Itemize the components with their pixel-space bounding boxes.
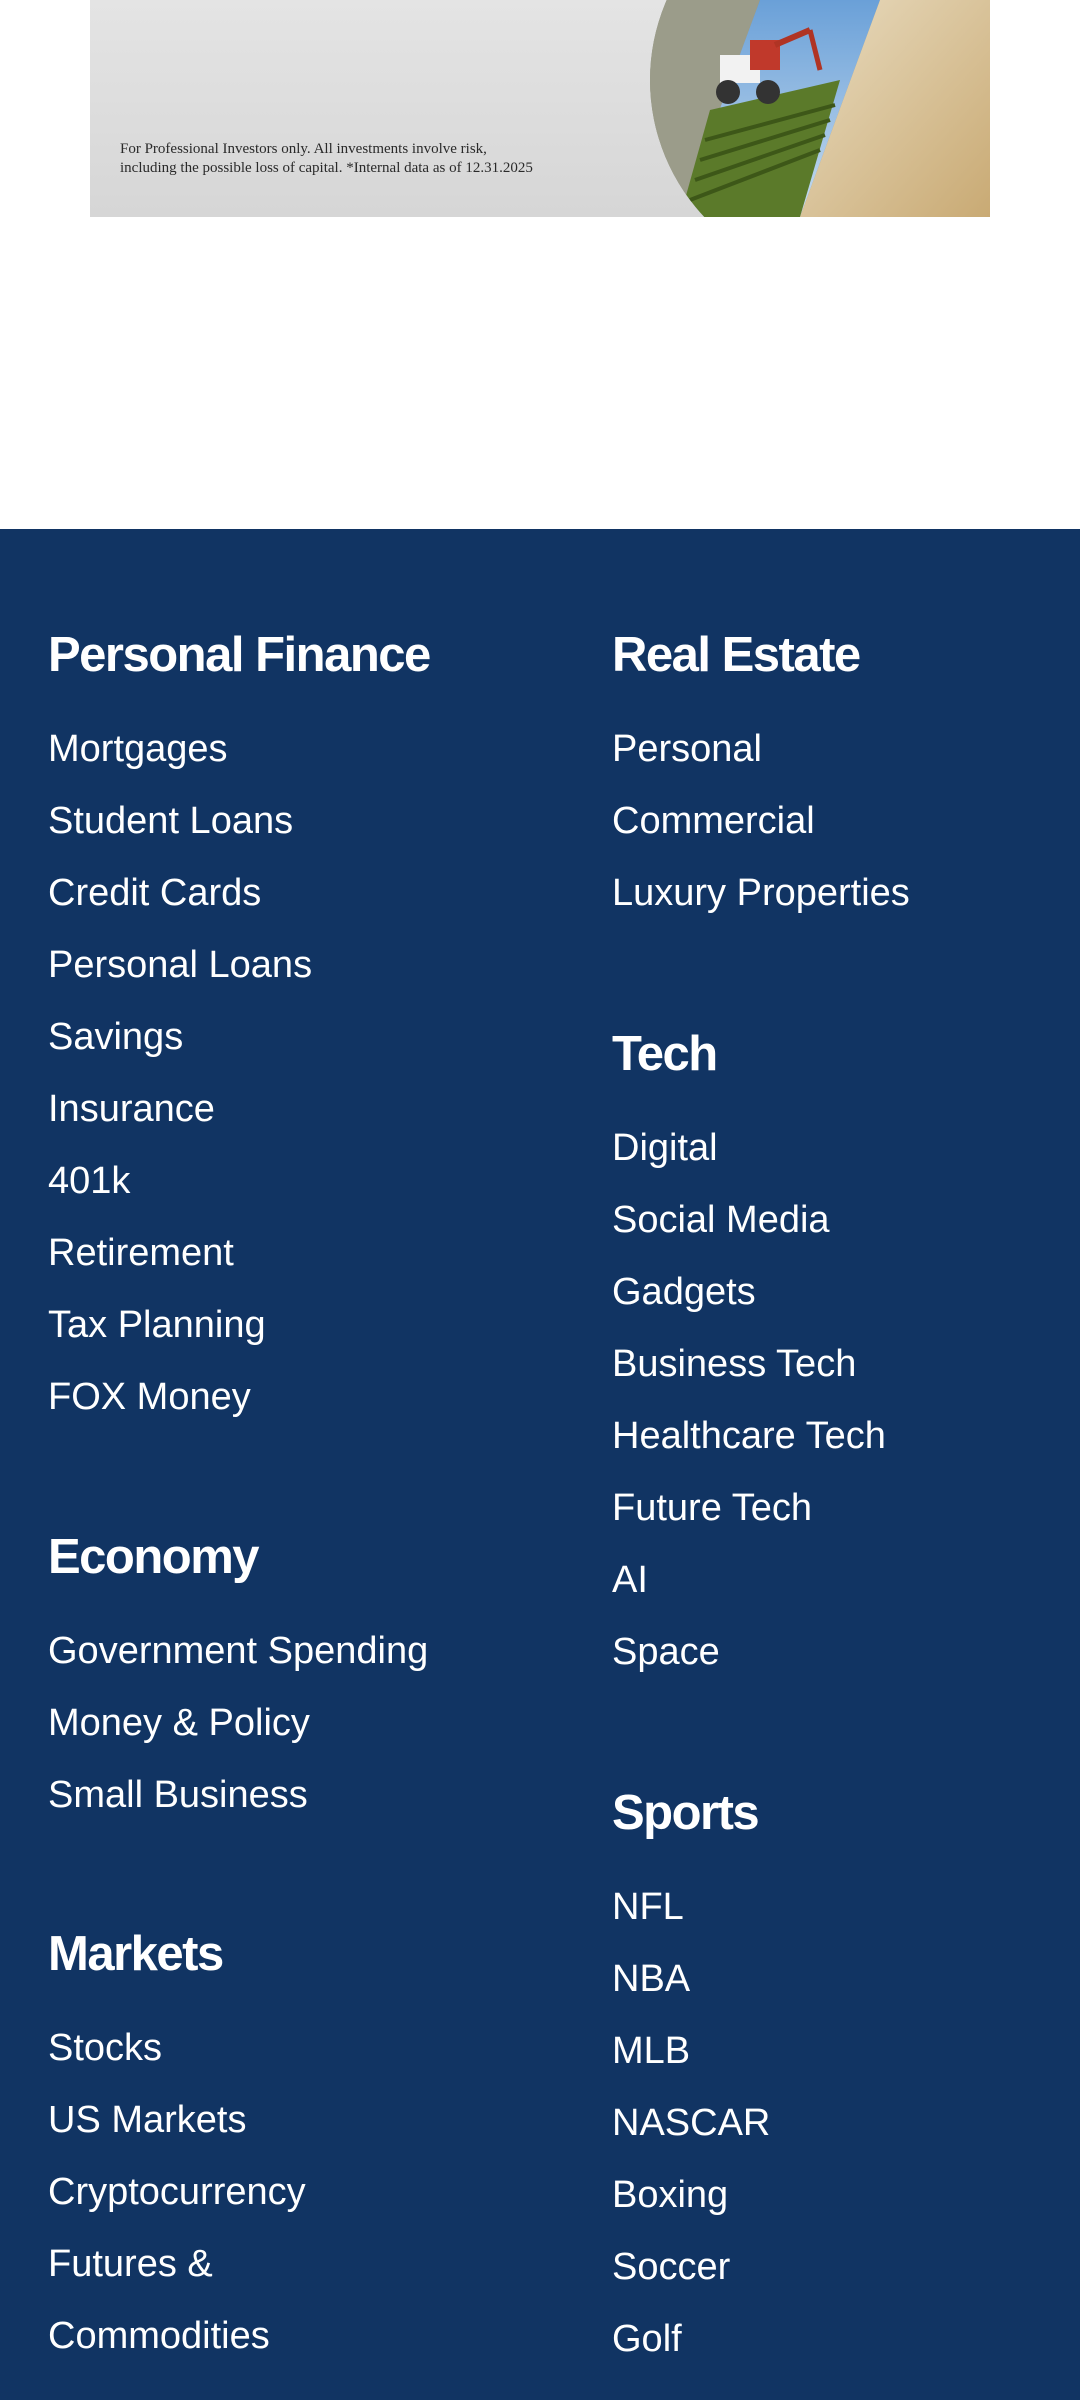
footer-link-personal-loans[interactable]: Personal Loans: [48, 929, 568, 1001]
footer-link-soccer[interactable]: Soccer: [612, 2231, 1052, 2303]
footer-heading-sports[interactable]: Sports: [612, 1783, 1052, 1843]
footer-link-small-business[interactable]: Small Business: [48, 1759, 568, 1831]
footer-link-cryptocurrency[interactable]: Cryptocurrency: [48, 2156, 568, 2228]
footer-heading-markets[interactable]: Markets: [48, 1924, 568, 1984]
footer-link-government-spending[interactable]: Government Spending: [48, 1615, 568, 1687]
footer-link-personal[interactable]: Personal: [612, 713, 1052, 785]
footer-link-luxury-properties[interactable]: Luxury Properties: [612, 857, 1052, 929]
footer-link-fox-money[interactable]: FOX Money: [48, 1361, 568, 1433]
site-footer: Personal Finance Mortgages Student Loans…: [0, 529, 1080, 2400]
footer-link-retirement[interactable]: Retirement: [48, 1217, 568, 1289]
footer-link-business-tech[interactable]: Business Tech: [612, 1328, 1052, 1400]
footer-section-personal-finance: Personal Finance Mortgages Student Loans…: [48, 625, 568, 1433]
footer-link-us-markets[interactable]: US Markets: [48, 2084, 568, 2156]
footer-link-digital[interactable]: Digital: [612, 1112, 1052, 1184]
footer-heading-real-estate[interactable]: Real Estate: [612, 625, 1052, 685]
footer-link-mortgages[interactable]: Mortgages: [48, 713, 568, 785]
footer-link-future-tech[interactable]: Future Tech: [612, 1472, 1052, 1544]
footer-link-nascar[interactable]: NASCAR: [612, 2087, 1052, 2159]
footer-link-mlb[interactable]: MLB: [612, 2015, 1052, 2087]
footer-link-golf[interactable]: Golf: [612, 2303, 1052, 2375]
content-area: For Professional Investors only. All inv…: [0, 0, 1080, 529]
footer-heading-economy[interactable]: Economy: [48, 1527, 568, 1587]
footer-link-space[interactable]: Space: [612, 1616, 1052, 1688]
footer-link-gadgets[interactable]: Gadgets: [612, 1256, 1052, 1328]
footer-heading-personal-finance[interactable]: Personal Finance: [48, 625, 568, 685]
footer-link-money-policy[interactable]: Money & Policy: [48, 1687, 568, 1759]
footer-section-tech: Tech Digital Social Media Gadgets Busine…: [612, 1024, 1052, 1688]
footer-link-credit-cards[interactable]: Credit Cards: [48, 857, 568, 929]
footer-link-nfl[interactable]: NFL: [612, 1871, 1052, 1943]
footer-link-savings[interactable]: Savings: [48, 1001, 568, 1073]
ad-disclaimer-line-2: including the possible loss of capital. …: [120, 160, 533, 176]
ad-disclaimer: For Professional Investors only. All inv…: [120, 140, 680, 178]
footer-section-real-estate: Real Estate Personal Commercial Luxury P…: [612, 625, 1052, 929]
footer-link-ai[interactable]: AI: [612, 1544, 1052, 1616]
footer-section-markets: Markets Stocks US Markets Cryptocurrency…: [48, 1924, 568, 2372]
footer-link-student-loans[interactable]: Student Loans: [48, 785, 568, 857]
footer-section-sports: Sports NFL NBA MLB NASCAR Boxing Soccer …: [612, 1783, 1052, 2375]
footer-link-stocks[interactable]: Stocks: [48, 2012, 568, 2084]
footer-link-social-media[interactable]: Social Media: [612, 1184, 1052, 1256]
footer-link-tax-planning[interactable]: Tax Planning: [48, 1289, 568, 1361]
footer-link-nba[interactable]: NBA: [612, 1943, 1052, 2015]
footer-heading-tech[interactable]: Tech: [612, 1024, 1052, 1084]
footer-link-commercial[interactable]: Commercial: [612, 785, 1052, 857]
footer-link-healthcare-tech[interactable]: Healthcare Tech: [612, 1400, 1052, 1472]
footer-link-futures-commodities[interactable]: Futures & Commodities: [48, 2228, 348, 2372]
footer-link-boxing[interactable]: Boxing: [612, 2159, 1052, 2231]
footer-section-economy: Economy Government Spending Money & Poli…: [48, 1527, 568, 1831]
footer-link-401k[interactable]: 401k: [48, 1145, 568, 1217]
footer-link-insurance[interactable]: Insurance: [48, 1073, 568, 1145]
ad-disclaimer-line-1: For Professional Investors only. All inv…: [120, 141, 487, 157]
ad-farm-image: [650, 0, 990, 217]
advertisement-banner[interactable]: For Professional Investors only. All inv…: [90, 0, 990, 217]
